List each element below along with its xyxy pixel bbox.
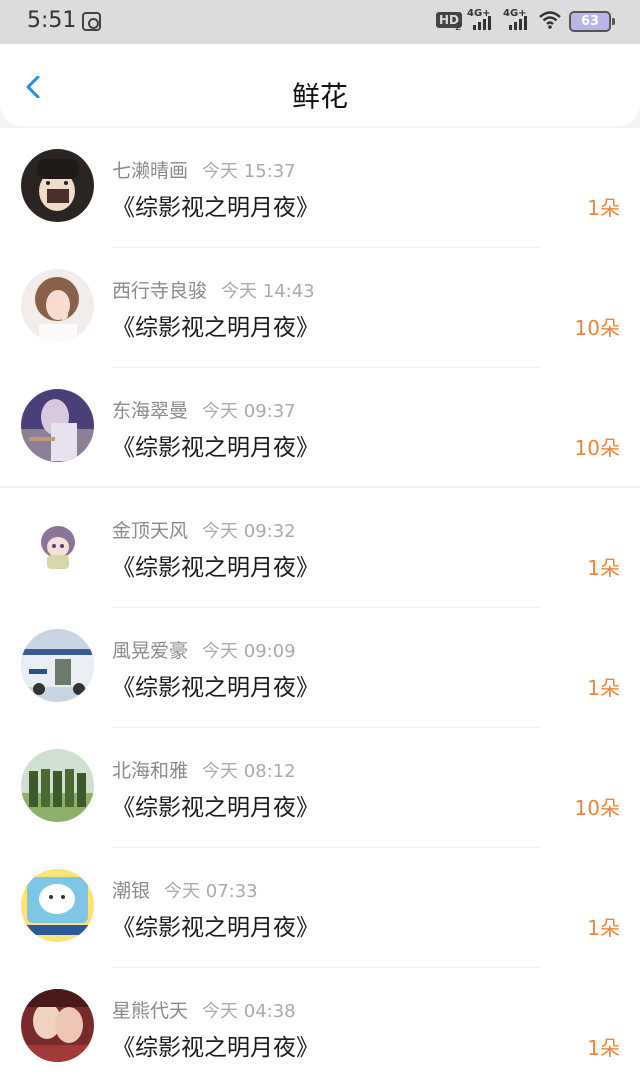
book-title[interactable]: 《综影视之明月夜》 [112, 668, 319, 702]
battery-icon: 63 [569, 11, 615, 32]
list-item[interactable]: 潮银 今天 07:33 《综影视之明月夜》 1朵 [0, 848, 640, 968]
signal-label: 4G+ [503, 8, 527, 19]
avatar[interactable] [21, 269, 94, 342]
list-item[interactable]: 北海和雅 今天 08:12 《综影视之明月夜》 10朵 [0, 728, 640, 848]
list-item[interactable]: 星熊代天 今天 04:38 《综影视之明月夜》 1朵 [0, 968, 640, 1083]
user-name: 北海和雅 今天 08:12 [112, 760, 296, 782]
nav-header: 鲜花 [0, 44, 640, 126]
user-name: 东海翠曼 今天 09:37 [112, 400, 296, 422]
avatar[interactable] [21, 629, 94, 702]
book-title[interactable]: 《综影视之明月夜》 [112, 428, 319, 462]
list-item[interactable]: 七濑晴画 今天 15:37 《综影视之明月夜》 1朵 [0, 128, 640, 248]
flower-count: 10朵 [574, 316, 620, 340]
timestamp: 今天 08:12 [202, 761, 296, 782]
flower-count: 10朵 [574, 796, 620, 820]
book-title[interactable]: 《综影视之明月夜》 [112, 188, 319, 222]
timestamp: 今天 04:38 [202, 1001, 296, 1022]
user-name: 七濑晴画 今天 15:37 [112, 160, 296, 182]
timestamp: 今天 09:37 [202, 401, 296, 422]
status-bar: 5:51 HD 2 4G+ 4G+ 63 [0, 0, 640, 44]
flower-count: 1朵 [587, 916, 620, 940]
hd-sub-label: 2 [455, 22, 462, 33]
list-item[interactable]: 东海翠曼 今天 09:37 《综影视之明月夜》 10朵 [0, 368, 640, 488]
avatar[interactable] [21, 149, 94, 222]
timestamp: 今天 09:09 [202, 641, 296, 662]
user-name: 金顶天风 今天 09:32 [112, 520, 296, 542]
flower-count: 1朵 [587, 676, 620, 700]
flower-count: 1朵 [587, 196, 620, 220]
avatar[interactable] [21, 509, 94, 582]
wifi-icon [539, 11, 561, 29]
timestamp: 今天 09:32 [202, 521, 296, 542]
list-item[interactable]: 風晃爱豪 今天 09:09 《综影视之明月夜》 1朵 [0, 608, 640, 728]
status-time: 5:51 [27, 8, 77, 33]
avatar[interactable] [21, 869, 94, 942]
book-title[interactable]: 《综影视之明月夜》 [112, 548, 319, 582]
book-title[interactable]: 《综影视之明月夜》 [112, 788, 319, 822]
flower-list: 七濑晴画 今天 15:37 《综影视之明月夜》 1朵 西行寺良骏 今天 14:43 … [0, 128, 640, 1083]
book-title[interactable]: 《综影视之明月夜》 [112, 908, 319, 942]
flower-count: 1朵 [587, 1036, 620, 1060]
user-name: 潮银 今天 07:33 [112, 880, 258, 902]
book-title[interactable]: 《综影视之明月夜》 [112, 308, 319, 342]
avatar[interactable] [21, 389, 94, 462]
avatar[interactable] [21, 989, 94, 1062]
list-item[interactable]: 西行寺良骏 今天 14:43 《综影视之明月夜》 10朵 [0, 248, 640, 368]
signal-icon: 4G+ [467, 8, 495, 32]
page-title: 鲜花 [291, 80, 348, 113]
book-title[interactable]: 《综影视之明月夜》 [112, 1028, 319, 1062]
app-notification-icon [82, 12, 101, 31]
user-name: 風晃爱豪 今天 09:09 [112, 640, 296, 662]
avatar[interactable] [21, 749, 94, 822]
user-name: 星熊代天 今天 04:38 [112, 1000, 296, 1022]
timestamp: 今天 15:37 [202, 161, 296, 182]
user-name: 西行寺良骏 今天 14:43 [112, 280, 315, 302]
signal-label: 4G+ [467, 8, 491, 19]
timestamp: 今天 07:33 [164, 881, 258, 902]
flower-count: 1朵 [587, 556, 620, 580]
list-item[interactable]: 金顶天风 今天 09:32 《综影视之明月夜》 1朵 [0, 488, 640, 608]
timestamp: 今天 14:43 [221, 281, 315, 302]
flower-count: 10朵 [574, 436, 620, 460]
signal-icon: 4G+ [503, 8, 531, 32]
